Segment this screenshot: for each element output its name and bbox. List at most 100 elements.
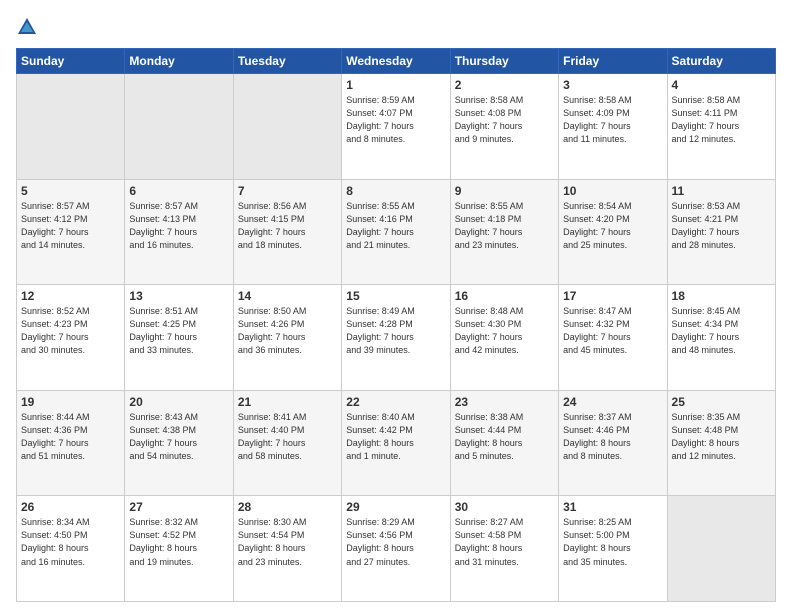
day-info: Sunrise: 8:58 AM Sunset: 4:11 PM Dayligh… (672, 94, 771, 146)
day-cell: 20 Sunrise: 8:43 AM Sunset: 4:38 PM Dayli… (125, 390, 233, 496)
day-info: Sunrise: 8:54 AM Sunset: 4:20 PM Dayligh… (563, 200, 662, 252)
day-number: 12 (21, 289, 120, 303)
day-cell: 29 Sunrise: 8:29 AM Sunset: 4:56 PM Dayli… (342, 496, 450, 602)
day-number: 29 (346, 500, 445, 514)
day-cell: 25Sunrise: 8:35 AM Sunset: 4:48 PM Dayli… (667, 390, 775, 496)
day-number: 11 (672, 184, 771, 198)
day-info: Sunrise: 8:55 AM Sunset: 4:18 PM Dayligh… (455, 200, 554, 252)
day-number: 31 (563, 500, 662, 514)
day-number: 23 (455, 395, 554, 409)
day-cell: 23Sunrise: 8:38 AM Sunset: 4:44 PM Dayli… (450, 390, 558, 496)
day-cell: 14 Sunrise: 8:50 AM Sunset: 4:26 PM Dayli… (233, 285, 341, 391)
day-info: Sunrise: 8:27 AM Sunset: 4:58 PM Dayligh… (455, 516, 554, 568)
day-cell: 4 Sunrise: 8:58 AM Sunset: 4:11 PM Daylig… (667, 74, 775, 180)
day-cell: 19 Sunrise: 8:44 AM Sunset: 4:36 PM Dayli… (17, 390, 125, 496)
day-info: Sunrise: 8:52 AM Sunset: 4:23 PM Dayligh… (21, 305, 120, 357)
day-cell: 8 Sunrise: 8:55 AM Sunset: 4:16 PM Daylig… (342, 179, 450, 285)
day-number: 6 (129, 184, 228, 198)
day-info: Sunrise: 8:49 AM Sunset: 4:28 PM Dayligh… (346, 305, 445, 357)
page: SundayMondayTuesdayWednesdayThursdayFrid… (0, 0, 792, 612)
day-cell: 15 Sunrise: 8:49 AM Sunset: 4:28 PM Dayli… (342, 285, 450, 391)
day-cell: 6Sunrise: 8:57 AM Sunset: 4:13 PM Daylig… (125, 179, 233, 285)
day-info: Sunrise: 8:30 AM Sunset: 4:54 PM Dayligh… (238, 516, 337, 568)
day-cell: 22 Sunrise: 8:40 AM Sunset: 4:42 PM Dayli… (342, 390, 450, 496)
header (16, 16, 776, 38)
weekday-friday: Friday (559, 49, 667, 74)
day-cell: 28 Sunrise: 8:30 AM Sunset: 4:54 PM Dayli… (233, 496, 341, 602)
day-cell: 27 Sunrise: 8:32 AM Sunset: 4:52 PM Dayli… (125, 496, 233, 602)
day-info: Sunrise: 8:51 AM Sunset: 4:25 PM Dayligh… (129, 305, 228, 357)
day-cell (233, 74, 341, 180)
week-row-3: 12 Sunrise: 8:52 AM Sunset: 4:23 PM Dayli… (17, 285, 776, 391)
calendar-header: SundayMondayTuesdayWednesdayThursdayFrid… (17, 49, 776, 74)
day-number: 16 (455, 289, 554, 303)
day-number: 7 (238, 184, 337, 198)
day-cell: 26 Sunrise: 8:34 AM Sunset: 4:50 PM Dayli… (17, 496, 125, 602)
day-info: Sunrise: 8:45 AM Sunset: 4:34 PM Dayligh… (672, 305, 771, 357)
day-number: 14 (238, 289, 337, 303)
calendar-body: 1 Sunrise: 8:59 AM Sunset: 4:07 PM Daylig… (17, 74, 776, 602)
day-info: Sunrise: 8:44 AM Sunset: 4:36 PM Dayligh… (21, 411, 120, 463)
day-cell: 11 Sunrise: 8:53 AM Sunset: 4:21 PM Dayli… (667, 179, 775, 285)
day-info: Sunrise: 8:50 AM Sunset: 4:26 PM Dayligh… (238, 305, 337, 357)
day-number: 4 (672, 78, 771, 92)
day-cell (17, 74, 125, 180)
day-number: 28 (238, 500, 337, 514)
day-cell: 5Sunrise: 8:57 AM Sunset: 4:12 PM Daylig… (17, 179, 125, 285)
weekday-monday: Monday (125, 49, 233, 74)
day-cell: 18 Sunrise: 8:45 AM Sunset: 4:34 PM Dayli… (667, 285, 775, 391)
day-info: Sunrise: 8:59 AM Sunset: 4:07 PM Dayligh… (346, 94, 445, 146)
day-number: 30 (455, 500, 554, 514)
day-number: 15 (346, 289, 445, 303)
day-info: Sunrise: 8:34 AM Sunset: 4:50 PM Dayligh… (21, 516, 120, 568)
weekday-thursday: Thursday (450, 49, 558, 74)
weekday-sunday: Sunday (17, 49, 125, 74)
day-cell: 21 Sunrise: 8:41 AM Sunset: 4:40 PM Dayli… (233, 390, 341, 496)
week-row-2: 5Sunrise: 8:57 AM Sunset: 4:12 PM Daylig… (17, 179, 776, 285)
logo (16, 16, 42, 38)
day-number: 22 (346, 395, 445, 409)
weekday-wednesday: Wednesday (342, 49, 450, 74)
day-number: 10 (563, 184, 662, 198)
day-number: 26 (21, 500, 120, 514)
day-number: 8 (346, 184, 445, 198)
day-cell: 31Sunrise: 8:25 AM Sunset: 5:00 PM Dayli… (559, 496, 667, 602)
day-number: 20 (129, 395, 228, 409)
day-number: 24 (563, 395, 662, 409)
day-cell: 9Sunrise: 8:55 AM Sunset: 4:18 PM Daylig… (450, 179, 558, 285)
weekday-row: SundayMondayTuesdayWednesdayThursdayFrid… (17, 49, 776, 74)
day-info: Sunrise: 8:48 AM Sunset: 4:30 PM Dayligh… (455, 305, 554, 357)
day-info: Sunrise: 8:55 AM Sunset: 4:16 PM Dayligh… (346, 200, 445, 252)
day-cell: 3Sunrise: 8:58 AM Sunset: 4:09 PM Daylig… (559, 74, 667, 180)
day-number: 21 (238, 395, 337, 409)
day-number: 18 (672, 289, 771, 303)
day-number: 19 (21, 395, 120, 409)
day-number: 2 (455, 78, 554, 92)
day-number: 27 (129, 500, 228, 514)
day-info: Sunrise: 8:41 AM Sunset: 4:40 PM Dayligh… (238, 411, 337, 463)
day-info: Sunrise: 8:32 AM Sunset: 4:52 PM Dayligh… (129, 516, 228, 568)
day-info: Sunrise: 8:57 AM Sunset: 4:12 PM Dayligh… (21, 200, 120, 252)
day-number: 13 (129, 289, 228, 303)
day-info: Sunrise: 8:40 AM Sunset: 4:42 PM Dayligh… (346, 411, 445, 463)
day-cell: 10 Sunrise: 8:54 AM Sunset: 4:20 PM Dayli… (559, 179, 667, 285)
day-info: Sunrise: 8:58 AM Sunset: 4:08 PM Dayligh… (455, 94, 554, 146)
day-cell: 16 Sunrise: 8:48 AM Sunset: 4:30 PM Dayli… (450, 285, 558, 391)
day-number: 17 (563, 289, 662, 303)
day-cell: 24 Sunrise: 8:37 AM Sunset: 4:46 PM Dayli… (559, 390, 667, 496)
day-info: Sunrise: 8:43 AM Sunset: 4:38 PM Dayligh… (129, 411, 228, 463)
day-cell (125, 74, 233, 180)
day-cell: 2 Sunrise: 8:58 AM Sunset: 4:08 PM Daylig… (450, 74, 558, 180)
day-cell: 30 Sunrise: 8:27 AM Sunset: 4:58 PM Dayli… (450, 496, 558, 602)
day-number: 1 (346, 78, 445, 92)
day-cell: 1 Sunrise: 8:59 AM Sunset: 4:07 PM Daylig… (342, 74, 450, 180)
day-info: Sunrise: 8:37 AM Sunset: 4:46 PM Dayligh… (563, 411, 662, 463)
day-info: Sunrise: 8:29 AM Sunset: 4:56 PM Dayligh… (346, 516, 445, 568)
weekday-saturday: Saturday (667, 49, 775, 74)
day-cell: 12 Sunrise: 8:52 AM Sunset: 4:23 PM Dayli… (17, 285, 125, 391)
day-info: Sunrise: 8:56 AM Sunset: 4:15 PM Dayligh… (238, 200, 337, 252)
weekday-tuesday: Tuesday (233, 49, 341, 74)
week-row-1: 1 Sunrise: 8:59 AM Sunset: 4:07 PM Daylig… (17, 74, 776, 180)
day-info: Sunrise: 8:53 AM Sunset: 4:21 PM Dayligh… (672, 200, 771, 252)
day-number: 3 (563, 78, 662, 92)
